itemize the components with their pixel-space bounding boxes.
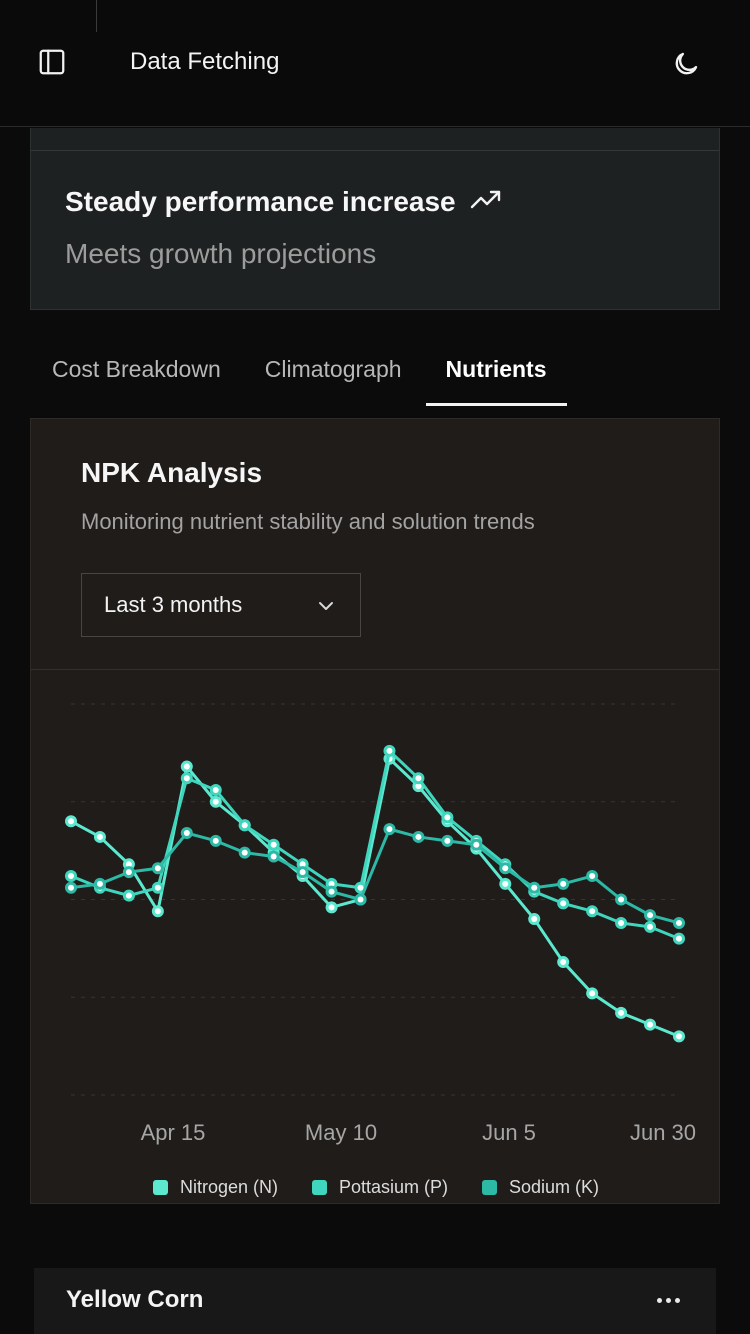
data-point-core <box>154 884 161 891</box>
data-point-core <box>444 837 451 844</box>
data-point-core <box>212 837 219 844</box>
data-point-core <box>96 880 103 887</box>
data-point-core <box>68 818 74 825</box>
data-point-core <box>589 873 596 880</box>
data-point-core <box>473 841 480 848</box>
legend-item-nitrogen: Nitrogen (N) <box>152 1177 278 1198</box>
sidebar-toggle-icon <box>37 47 67 82</box>
data-point-core <box>68 873 74 880</box>
data-point-core <box>241 849 248 856</box>
legend-label: Sodium (K) <box>509 1177 600 1197</box>
data-point-core <box>386 826 393 833</box>
crop-card: Yellow Corn <box>34 1268 716 1334</box>
data-point-core <box>647 923 654 930</box>
data-point-core <box>531 916 538 923</box>
data-point-core <box>502 880 509 887</box>
data-point-core <box>589 908 596 915</box>
trending-up-icon <box>470 186 502 218</box>
legend-swatch <box>482 1180 498 1195</box>
data-point-core <box>357 896 364 903</box>
data-point-core <box>618 896 625 903</box>
npk-analysis-card: NPK Analysis Monitoring nutrient stabili… <box>30 418 720 1204</box>
data-point-core <box>618 919 625 926</box>
legend-swatch <box>152 1180 168 1195</box>
crop-title: Yellow Corn <box>66 1286 204 1313</box>
data-point-core <box>676 1033 682 1040</box>
data-point-core <box>270 841 277 848</box>
app-title: Data Fetching <box>130 48 280 75</box>
data-point-core <box>444 814 451 821</box>
data-point-core <box>560 959 567 966</box>
data-point-core <box>212 787 219 794</box>
data-point-core <box>386 747 393 754</box>
chart-legend: Nitrogen (N) Pottasium (P) Sodium (K) <box>31 1177 721 1198</box>
data-point-core <box>328 888 335 895</box>
data-point-core <box>125 892 132 899</box>
data-point-core <box>560 900 567 907</box>
data-point-core <box>676 935 682 942</box>
data-point-core <box>154 865 161 872</box>
performance-title: Steady performance increase <box>65 186 502 218</box>
tab-climatograph[interactable]: Climatograph <box>243 340 424 406</box>
data-point-core <box>212 798 219 805</box>
data-point-core <box>68 884 74 891</box>
data-point-core <box>96 833 103 840</box>
x-tick-label: Jun 5 <box>482 1120 536 1145</box>
data-point-core <box>647 1021 654 1028</box>
tab-nutrients[interactable]: Nutrients <box>424 340 569 406</box>
data-point-core <box>125 869 132 876</box>
data-point-core <box>589 990 596 997</box>
more-horizontal-icon <box>656 1297 680 1303</box>
divider <box>96 0 97 32</box>
data-point-core <box>618 1009 625 1016</box>
x-tick-label: Apr 15 <box>141 1120 206 1145</box>
data-point-core <box>647 912 654 919</box>
legend-label: Nitrogen (N) <box>179 1177 278 1197</box>
moon-icon <box>671 49 701 84</box>
data-point-core <box>415 775 422 782</box>
top-bar: Data Fetching <box>0 0 750 127</box>
legend-label: Pottasium (P) <box>338 1177 449 1197</box>
data-point-core <box>241 822 248 829</box>
performance-subtitle: Meets growth projections <box>65 238 377 269</box>
data-point-core <box>183 830 190 837</box>
card-divider <box>31 150 719 151</box>
npk-line-chart: Apr 15 May 10 Jun 5 Jun 30 <box>65 703 696 1145</box>
data-point-core <box>531 884 538 891</box>
performance-card: Steady performance increase Meets growth… <box>30 128 720 310</box>
data-point-core <box>676 919 682 926</box>
legend-item-sodium: Sodium (K) <box>482 1177 599 1198</box>
performance-title-text: Steady performance increase <box>65 186 456 217</box>
data-point-core <box>328 904 335 911</box>
legend-swatch <box>311 1180 327 1195</box>
tab-bar: Cost Breakdown Climatograph Nutrients <box>30 340 569 406</box>
more-options-button[interactable] <box>648 1284 688 1316</box>
data-point-core <box>415 833 422 840</box>
data-point-core <box>154 908 161 915</box>
x-tick-label: Jun 30 <box>630 1120 696 1145</box>
legend-item-pottasium: Pottasium (P) <box>311 1177 449 1198</box>
x-tick-label: May 10 <box>305 1120 377 1145</box>
data-point-core <box>183 763 190 770</box>
data-point-core <box>560 880 567 887</box>
tab-cost-breakdown[interactable]: Cost Breakdown <box>30 340 243 406</box>
data-point-core <box>183 775 190 782</box>
sidebar-toggle-button[interactable] <box>32 44 72 84</box>
data-point-core <box>270 853 277 860</box>
data-point-core <box>502 865 509 872</box>
theme-toggle-button[interactable] <box>664 44 708 88</box>
data-point-core <box>357 884 364 891</box>
data-point-core <box>299 869 306 876</box>
